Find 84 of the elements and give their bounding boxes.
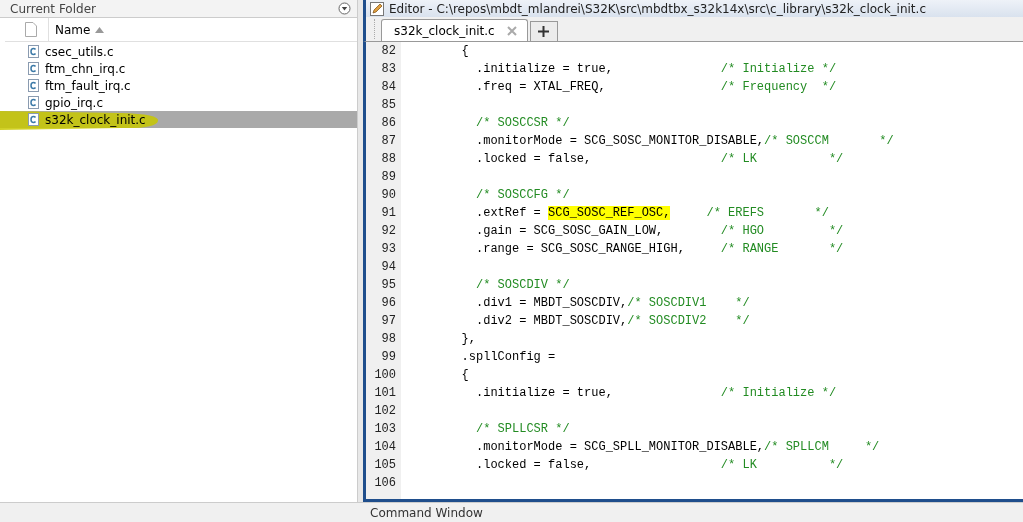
code-comment: /* SOSCCSR */ — [475, 116, 570, 130]
c-file-icon — [28, 113, 39, 126]
code-text: .gain = SCG_SOSC_GAIN_LOW, — [475, 224, 665, 238]
line-number: 86 — [380, 116, 397, 130]
file-row[interactable]: csec_utils.c — [0, 43, 357, 60]
line-number: 93 — [380, 242, 397, 256]
line-number: 94 — [380, 260, 397, 274]
code-comment: /* SOSCDIV */ — [475, 278, 570, 292]
code-text: .locked = false, — [475, 152, 593, 166]
line-number: 96 — [380, 296, 397, 310]
code-text: .initialize = true, — [475, 62, 614, 76]
code-text: .spllConfig = — [460, 350, 556, 364]
c-file-icon — [28, 96, 39, 109]
line-number: 103 — [373, 422, 397, 436]
code-text: .range = SCG_SOSC_RANGE_HIGH, — [475, 242, 686, 256]
code-text: .locked = false, — [475, 458, 593, 472]
line-number: 82 — [380, 44, 397, 58]
code-text: .initialize = true, — [475, 386, 614, 400]
file-row[interactable]: gpio_irq.c — [0, 94, 357, 111]
line-number: 104 — [373, 440, 397, 454]
code-text: .div1 = MBDT_SOSCDIV, — [475, 296, 628, 310]
code-text: .monitorMode = SCG_SPLL_MONITOR_DISABLE, — [475, 440, 765, 454]
code-text: .monitorMode = SCG_SOSC_MONITOR_DISABLE, — [475, 134, 765, 148]
code-text: }, — [460, 332, 476, 346]
name-column-header[interactable]: Name — [48, 18, 357, 41]
code-comment: /* LK */ — [720, 152, 844, 166]
line-number: 91 — [380, 206, 397, 220]
file-row[interactable]: s32k_clock_init.c — [0, 111, 357, 128]
code-comment: /* SPLLCM */ — [764, 440, 880, 454]
line-number: 90 — [380, 188, 397, 202]
tab-label: s32k_clock_init.c — [394, 23, 495, 38]
file-row[interactable]: ftm_fault_irq.c — [0, 77, 357, 94]
c-file-icon — [28, 79, 39, 92]
code-comment: /* SOSCDIV2 */ — [627, 314, 750, 328]
line-number: 102 — [373, 404, 397, 418]
code-text: .div2 = MBDT_SOSCDIV, — [475, 314, 628, 328]
file-icon — [25, 22, 37, 37]
file-row[interactable]: ftm_chn_irq.c — [0, 60, 357, 77]
code-comment: /* SOSCCFG */ — [475, 188, 570, 202]
code-text: { — [460, 44, 469, 58]
code-comment: /* HGO */ — [720, 224, 844, 238]
line-number: 87 — [380, 134, 397, 148]
code-comment: /* Frequency */ — [720, 80, 837, 94]
file-tab[interactable]: s32k_clock_init.c — [381, 19, 528, 41]
line-number: 84 — [380, 80, 397, 94]
code-comment: /* Initialize */ — [720, 62, 837, 76]
c-file-icon — [28, 45, 39, 58]
code-comment: /* SOSCDIV1 */ — [627, 296, 750, 310]
code-comment: /* EREFS */ — [705, 206, 829, 220]
code-text: { — [460, 368, 469, 382]
line-number: 83 — [380, 62, 397, 76]
line-number: 105 — [373, 458, 397, 472]
line-number: 100 — [373, 368, 397, 382]
line-number: 101 — [373, 386, 397, 400]
file-name: s32k_clock_init.c — [45, 112, 146, 127]
line-number: 106 — [373, 476, 397, 490]
line-number: 97 — [380, 314, 397, 328]
panel-menu-icon[interactable] — [338, 2, 351, 15]
code-comment: /* SPLLCSR */ — [475, 422, 570, 436]
file-name: ftm_fault_irq.c — [45, 78, 131, 93]
code-comment: /* SOSCCM */ — [764, 134, 894, 148]
file-name: csec_utils.c — [45, 44, 114, 59]
line-number: 92 — [380, 224, 397, 238]
line-number: 89 — [380, 170, 397, 184]
code-comment: /* RANGE */ — [720, 242, 844, 256]
code-comment: /* Initialize */ — [720, 386, 837, 400]
line-number: 95 — [380, 278, 397, 292]
line-number: 85 — [380, 98, 397, 112]
file-name: ftm_chn_irq.c — [45, 61, 126, 76]
code-comment: /* LK */ — [720, 458, 844, 472]
line-number: 88 — [380, 152, 397, 166]
line-number: 98 — [380, 332, 397, 346]
line-number: 99 — [380, 350, 397, 364]
editor-path: Editor - C:\repos\mbdt_mlandrei\S32K\src\mbdtbx_s32k14x\src\c_library\s32k_clock_init.c — [389, 1, 926, 16]
plus-icon — [538, 26, 550, 37]
code-text: .extRef = — [475, 206, 542, 220]
new-tab-button[interactable] — [529, 21, 558, 41]
file-name: gpio_irq.c — [45, 95, 103, 110]
panel-title: Current Folder — [10, 1, 96, 16]
c-file-icon — [28, 62, 39, 75]
command-window-title: Command Window — [370, 505, 483, 520]
highlighted-code: SCG_SOSC_REF_OSC, — [548, 206, 671, 220]
pencil-icon — [370, 1, 384, 16]
code-text: .freq = XTAL_FREQ, — [475, 80, 607, 94]
